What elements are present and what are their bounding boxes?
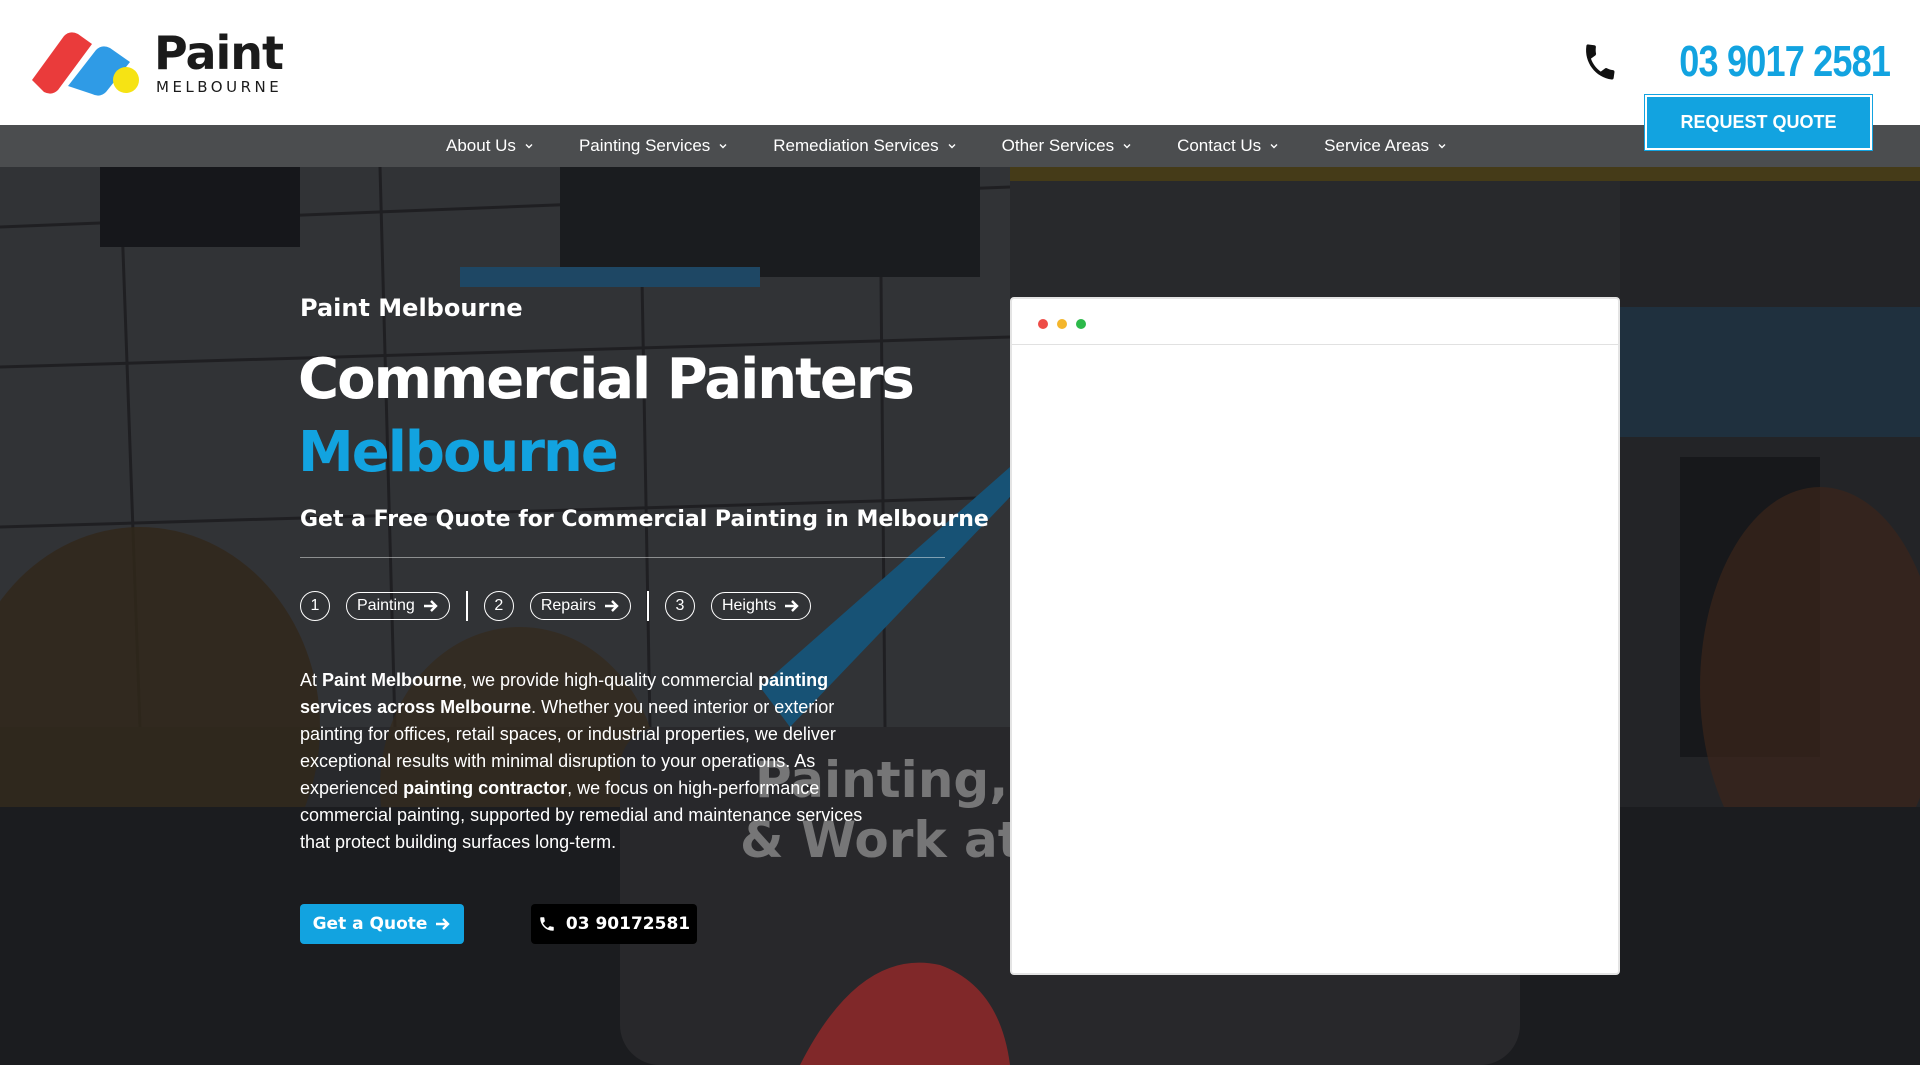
- nav-item-label: Contact Us: [1177, 136, 1262, 155]
- hero-eyebrow: Paint Melbourne: [300, 294, 523, 322]
- page-bottom-strip: [0, 1065, 1920, 1080]
- arrow-right-icon: [785, 600, 799, 612]
- step-repairs-link[interactable]: Repairs: [529, 592, 631, 620]
- nav-item-painting-services[interactable]: Painting Services: [579, 136, 728, 156]
- site-header: Paint MELBOURNE 03 9017 2581: [0, 0, 1920, 125]
- hero-dark-overlay: [0, 167, 1920, 1065]
- chevron-down-icon: [1438, 144, 1446, 149]
- hero-divider: [300, 557, 945, 558]
- get-a-quote-button[interactable]: Get a Quote: [300, 904, 464, 944]
- site-logo[interactable]: Paint MELBOURNE: [30, 28, 290, 98]
- description-bold: painting contractor: [403, 778, 568, 798]
- step-separator: [646, 591, 649, 621]
- hero-title-highlight: Melbourne: [298, 420, 619, 485]
- nav-item-contact-us[interactable]: Contact Us: [1177, 136, 1279, 156]
- nav-item-label: Painting Services: [578, 136, 711, 155]
- nav-item-about-us[interactable]: About Us: [446, 136, 534, 156]
- nav-item-service-areas[interactable]: Service Areas: [1324, 136, 1447, 156]
- chevron-down-icon: [1270, 144, 1278, 149]
- nav-item-label: Other Services: [1001, 136, 1115, 155]
- window-close-dot-icon: [1038, 319, 1048, 329]
- hero-description: At Paint Melbourne, we provide high-qual…: [300, 667, 880, 856]
- hero-subtitle: Get a Free Quote for Commercial Painting…: [300, 507, 989, 532]
- arrow-right-icon: [423, 600, 438, 612]
- header-phone-number[interactable]: 03 9017 2581: [1679, 37, 1891, 87]
- browser-mockup-card: [1010, 297, 1620, 975]
- logo-subtitle: MELBOURNE: [156, 78, 283, 96]
- description-text: , we provide high-quality commercial: [462, 670, 759, 690]
- main-nav: About Us Painting Services Remediation S…: [0, 125, 1920, 167]
- hero-section: Painting, R & Work at Heights Paint Melb…: [0, 167, 1920, 1065]
- phone-icon: [540, 917, 554, 931]
- service-steps: 1 Painting 2 Repairs 3 Heights: [300, 590, 812, 622]
- phone-icon: [1585, 44, 1615, 80]
- chevron-down-icon: [948, 144, 956, 149]
- description-text: At: [300, 670, 323, 690]
- step-label: Repairs: [540, 597, 596, 614]
- nav-item-label: About Us: [446, 136, 516, 155]
- nav-item-label: Service Areas: [1324, 136, 1430, 155]
- step-separator: [465, 591, 468, 621]
- step-label: Painting: [357, 597, 415, 614]
- logo-wordmark: Paint: [154, 26, 284, 80]
- chevron-down-icon: [525, 144, 533, 149]
- window-maximize-dot-icon: [1076, 319, 1086, 329]
- arrow-right-icon: [604, 600, 619, 612]
- browser-mockup-toolbar: [1012, 299, 1618, 345]
- get-a-quote-label: Get a Quote: [312, 914, 428, 934]
- arrow-right-icon: [436, 918, 451, 930]
- step-number: 3: [664, 591, 695, 621]
- chevron-down-icon: [1123, 144, 1131, 149]
- step-number: 1: [300, 591, 330, 621]
- header-phone[interactable]: 03 9017 2581: [1579, 36, 1891, 88]
- step-number: 2: [483, 591, 514, 621]
- step-label: Heights: [721, 597, 777, 614]
- step-heights-link[interactable]: Heights: [710, 592, 812, 620]
- hero-title: Commercial Painters: [298, 347, 915, 412]
- logo-mark-icon: [32, 32, 139, 96]
- nav-item-remediation-services[interactable]: Remediation Services: [773, 136, 956, 156]
- nav-item-other-services[interactable]: Other Services: [1002, 136, 1132, 156]
- chevron-down-icon: [719, 144, 727, 149]
- call-phone-button[interactable]: 03 90172581: [531, 904, 697, 944]
- request-quote-button[interactable]: REQUEST QUOTE: [1645, 95, 1872, 150]
- nav-item-label: Remediation Services: [773, 136, 939, 155]
- call-phone-number: 03 90172581: [565, 914, 691, 934]
- description-bold: Paint Melbourne: [322, 670, 463, 690]
- window-minimize-dot-icon: [1057, 319, 1067, 329]
- step-painting-link[interactable]: Painting: [346, 592, 450, 620]
